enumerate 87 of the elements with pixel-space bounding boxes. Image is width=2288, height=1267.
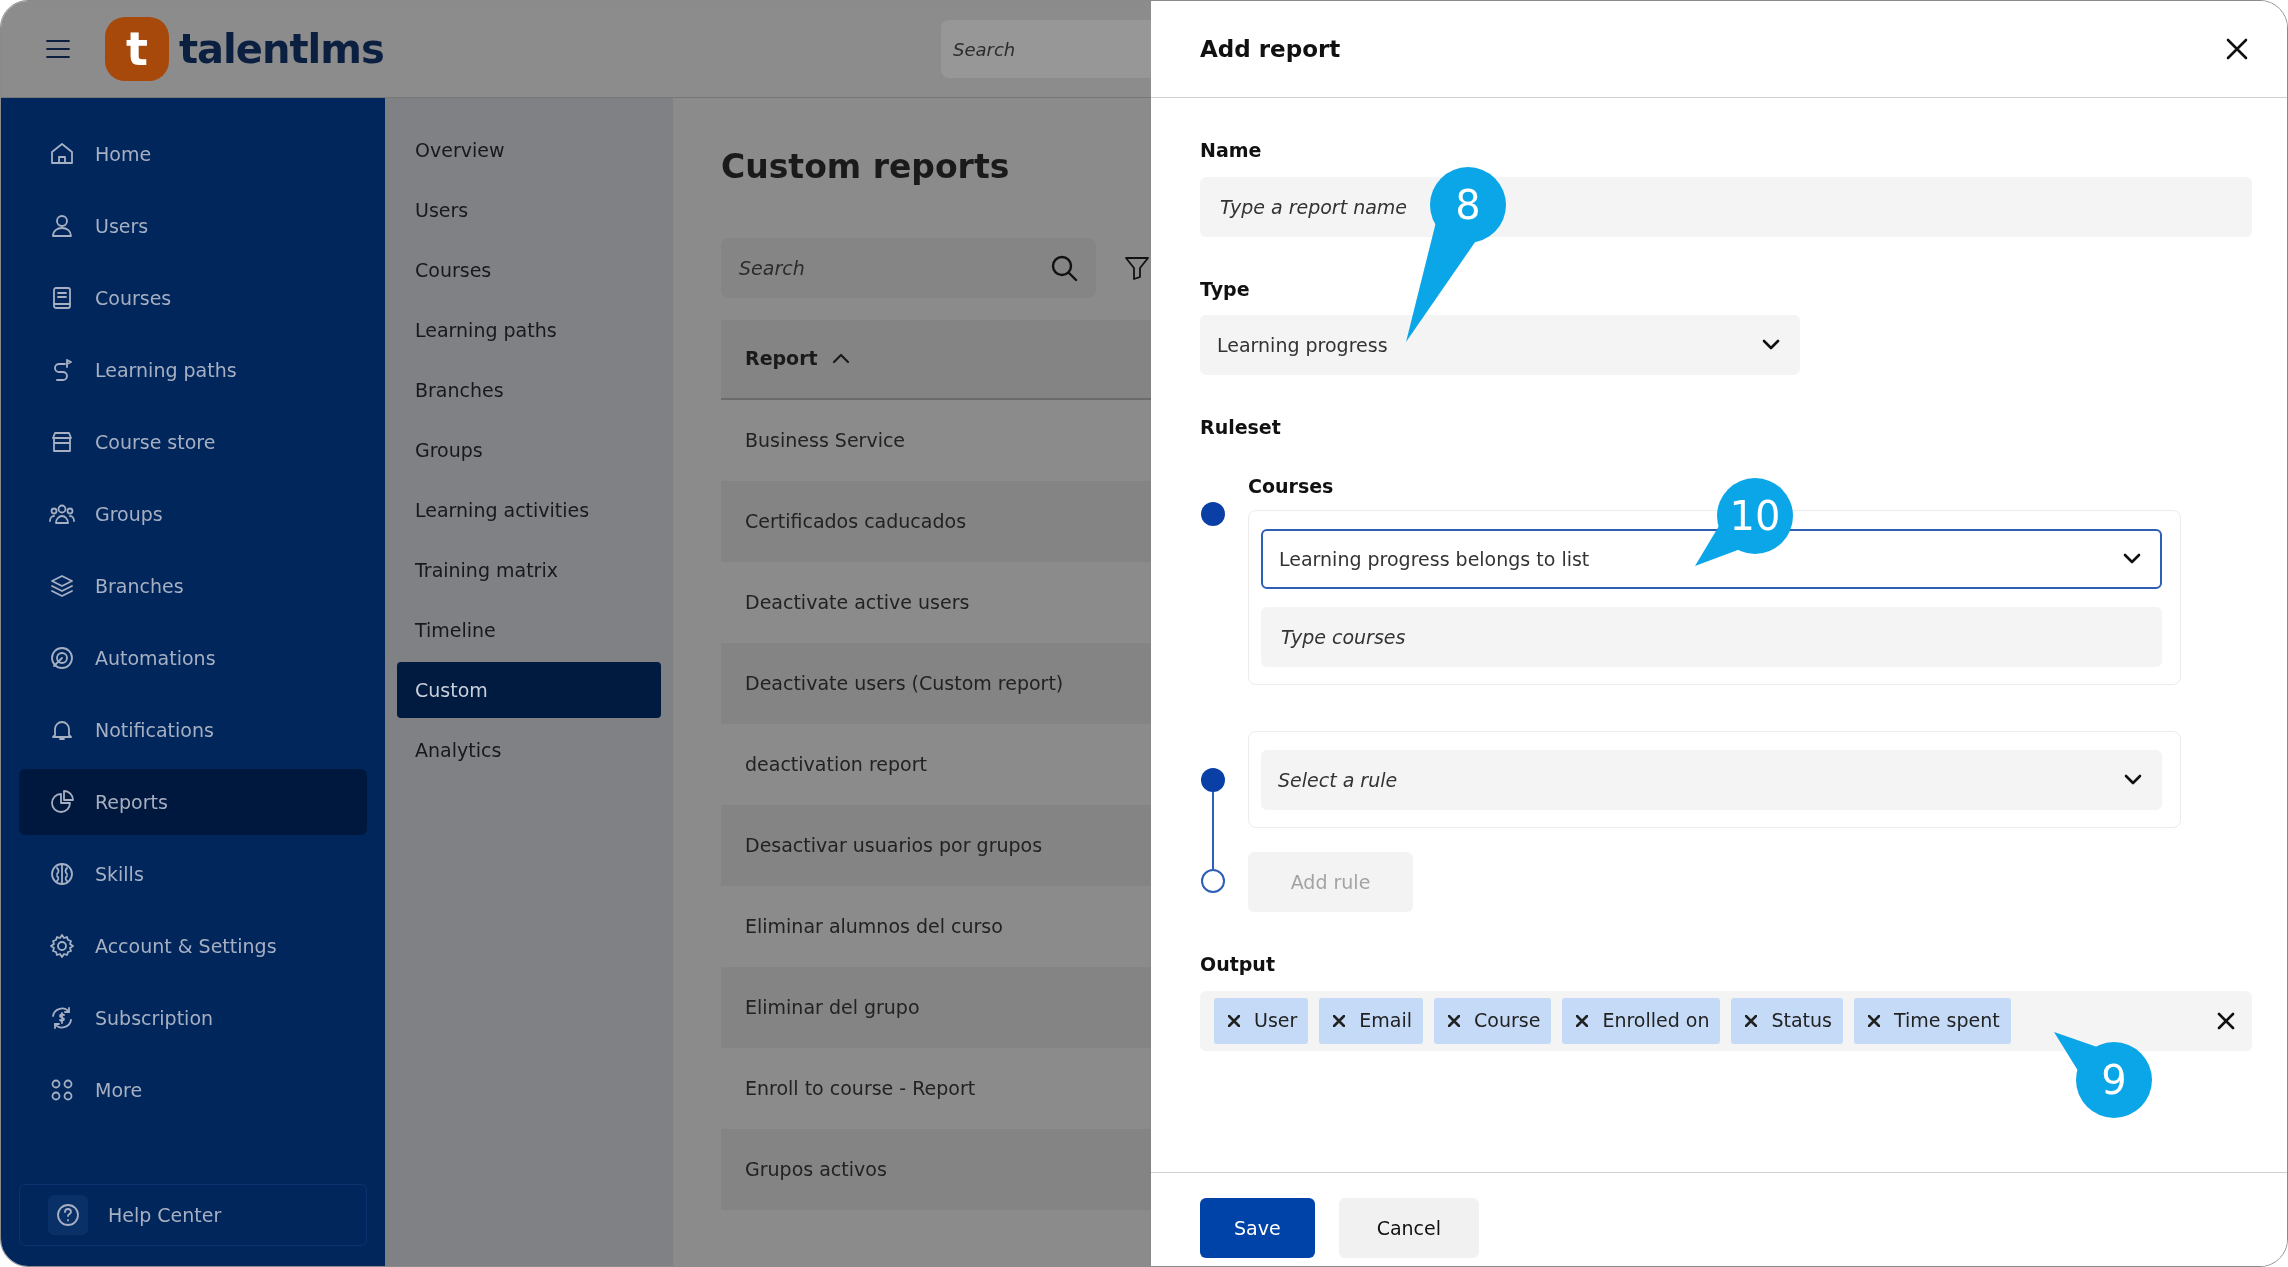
sidebar-item[interactable]: Home xyxy=(19,121,367,187)
remove-icon xyxy=(1333,1014,1346,1027)
output-chip[interactable]: Status xyxy=(1731,997,1843,1044)
remove-icon xyxy=(1745,1014,1758,1027)
close-icon[interactable] xyxy=(2225,37,2249,61)
sidebar-item[interactable]: More xyxy=(19,1057,367,1123)
clear-icon xyxy=(2216,1010,2236,1031)
panel-title: Add report xyxy=(1200,34,1341,64)
search-field[interactable]: Search xyxy=(721,237,1096,298)
remove-icon xyxy=(1576,1014,1589,1027)
table-cell[interactable]: Certificados caducados xyxy=(721,480,1151,562)
remove-icon xyxy=(1448,1014,1461,1027)
output-chip[interactable]: Time spent xyxy=(1854,997,2011,1044)
rule-label: Courses xyxy=(1248,473,1335,499)
table-cell[interactable]: Grupos activos xyxy=(721,1128,1151,1210)
save-button[interactable]: Save xyxy=(1200,1198,1315,1258)
type-dropdown[interactable]: Learning progress xyxy=(1200,315,1800,375)
rule-dropdown[interactable]: Select a rule xyxy=(1261,750,2162,810)
sidebar-item[interactable]: Users xyxy=(19,193,367,259)
output-chip[interactable]: Enrolled on xyxy=(1562,997,1721,1044)
sidebar-item[interactable]: Reports xyxy=(19,769,367,835)
subnav-item[interactable]: Analytics xyxy=(397,722,661,778)
subnav-item[interactable]: Courses xyxy=(397,242,661,298)
logo-text: talentlms xyxy=(179,25,384,74)
sidebar-item[interactable]: Courses xyxy=(19,265,367,331)
subnav-item[interactable]: Branches xyxy=(397,362,661,418)
refresh-icon xyxy=(49,1005,75,1031)
column-header[interactable]: Report xyxy=(721,319,1151,400)
table-cell[interactable]: Desactivar usuarios por grupos xyxy=(721,804,1151,886)
timeline-dot xyxy=(1201,502,1225,526)
pie-chart-icon xyxy=(49,789,75,815)
table-cell[interactable]: Deactivate users (Custom report) xyxy=(721,642,1151,724)
table-cell[interactable]: Eliminar alumnos del curso xyxy=(721,885,1151,967)
sidebar-item[interactable]: Subscription xyxy=(19,985,367,1051)
table-cell[interactable]: deactivation report xyxy=(721,723,1151,805)
remove-icon xyxy=(1868,1014,1880,1027)
sidebar-item[interactable]: Groups xyxy=(19,481,367,547)
sidebar-item[interactable]: Automations xyxy=(19,625,367,691)
subnav-item[interactable]: Users xyxy=(397,182,661,238)
search-field[interactable]: Search xyxy=(941,20,1151,78)
subnav-item[interactable]: Groups xyxy=(397,422,661,478)
table-cell[interactable]: Enroll to course - Report xyxy=(721,1047,1151,1129)
table-cell[interactable]: Deactivate active users xyxy=(721,561,1151,643)
sidebar-item[interactable]: Branches xyxy=(19,553,367,619)
chevron-icon xyxy=(2122,552,2142,566)
gear-icon xyxy=(49,933,75,959)
output-field[interactable]: User Email Course Enrolled on Status Time spent xyxy=(1200,990,2252,1051)
sidebar-item[interactable]: Account & Settings xyxy=(19,913,367,979)
target-icon xyxy=(49,645,75,671)
chevron-icon xyxy=(2123,773,2143,787)
menu-icon[interactable] xyxy=(45,38,71,60)
table-cell[interactable]: Eliminar del grupo xyxy=(721,966,1151,1048)
subnav-item[interactable]: Learning activities xyxy=(397,482,661,538)
sidebar-item[interactable]: Learning paths xyxy=(19,337,367,403)
user-icon xyxy=(49,213,75,239)
sidebar-item[interactable]: Skills xyxy=(19,841,367,907)
brain-icon xyxy=(49,861,75,887)
store-icon xyxy=(49,429,75,455)
home-icon xyxy=(49,141,75,167)
cancel-button[interactable]: Cancel xyxy=(1338,1198,1479,1258)
courses-field[interactable]: Type courses xyxy=(1261,607,2162,667)
filter-icon[interactable] xyxy=(1124,254,1150,281)
subnav-item[interactable]: Learning paths xyxy=(397,302,661,358)
timeline-dot xyxy=(1201,767,1225,792)
sidebar-item[interactable]: Notifications xyxy=(19,697,367,763)
subnav-item[interactable]: Custom xyxy=(397,662,661,718)
sidebar-item[interactable]: Course store xyxy=(19,409,367,475)
chevron-icon xyxy=(1761,338,1781,352)
grid-icon xyxy=(49,1077,75,1103)
field-label: Name xyxy=(1200,138,1263,163)
output-chip[interactable]: User xyxy=(1214,997,1309,1044)
subnav-item[interactable]: Timeline xyxy=(397,602,661,658)
field-label: Ruleset xyxy=(1200,415,1282,440)
output-chip[interactable]: Email xyxy=(1319,997,1424,1044)
field-label: Output xyxy=(1200,952,1276,977)
help-icon xyxy=(55,1202,81,1228)
search-icon xyxy=(1050,253,1078,282)
field-label: Type xyxy=(1200,276,1251,302)
logo-mark: t xyxy=(105,17,169,81)
subnav-item[interactable]: Overview xyxy=(397,122,661,178)
output-chip[interactable]: Course xyxy=(1434,997,1552,1044)
layers-icon xyxy=(49,573,75,599)
subnav-item[interactable]: Training matrix xyxy=(397,542,661,598)
table-cell[interactable]: Business Service xyxy=(721,399,1151,481)
page-title: Custom reports xyxy=(721,146,1011,188)
help-center-link[interactable]: Help Center xyxy=(19,1184,367,1246)
remove-icon xyxy=(1228,1014,1240,1027)
